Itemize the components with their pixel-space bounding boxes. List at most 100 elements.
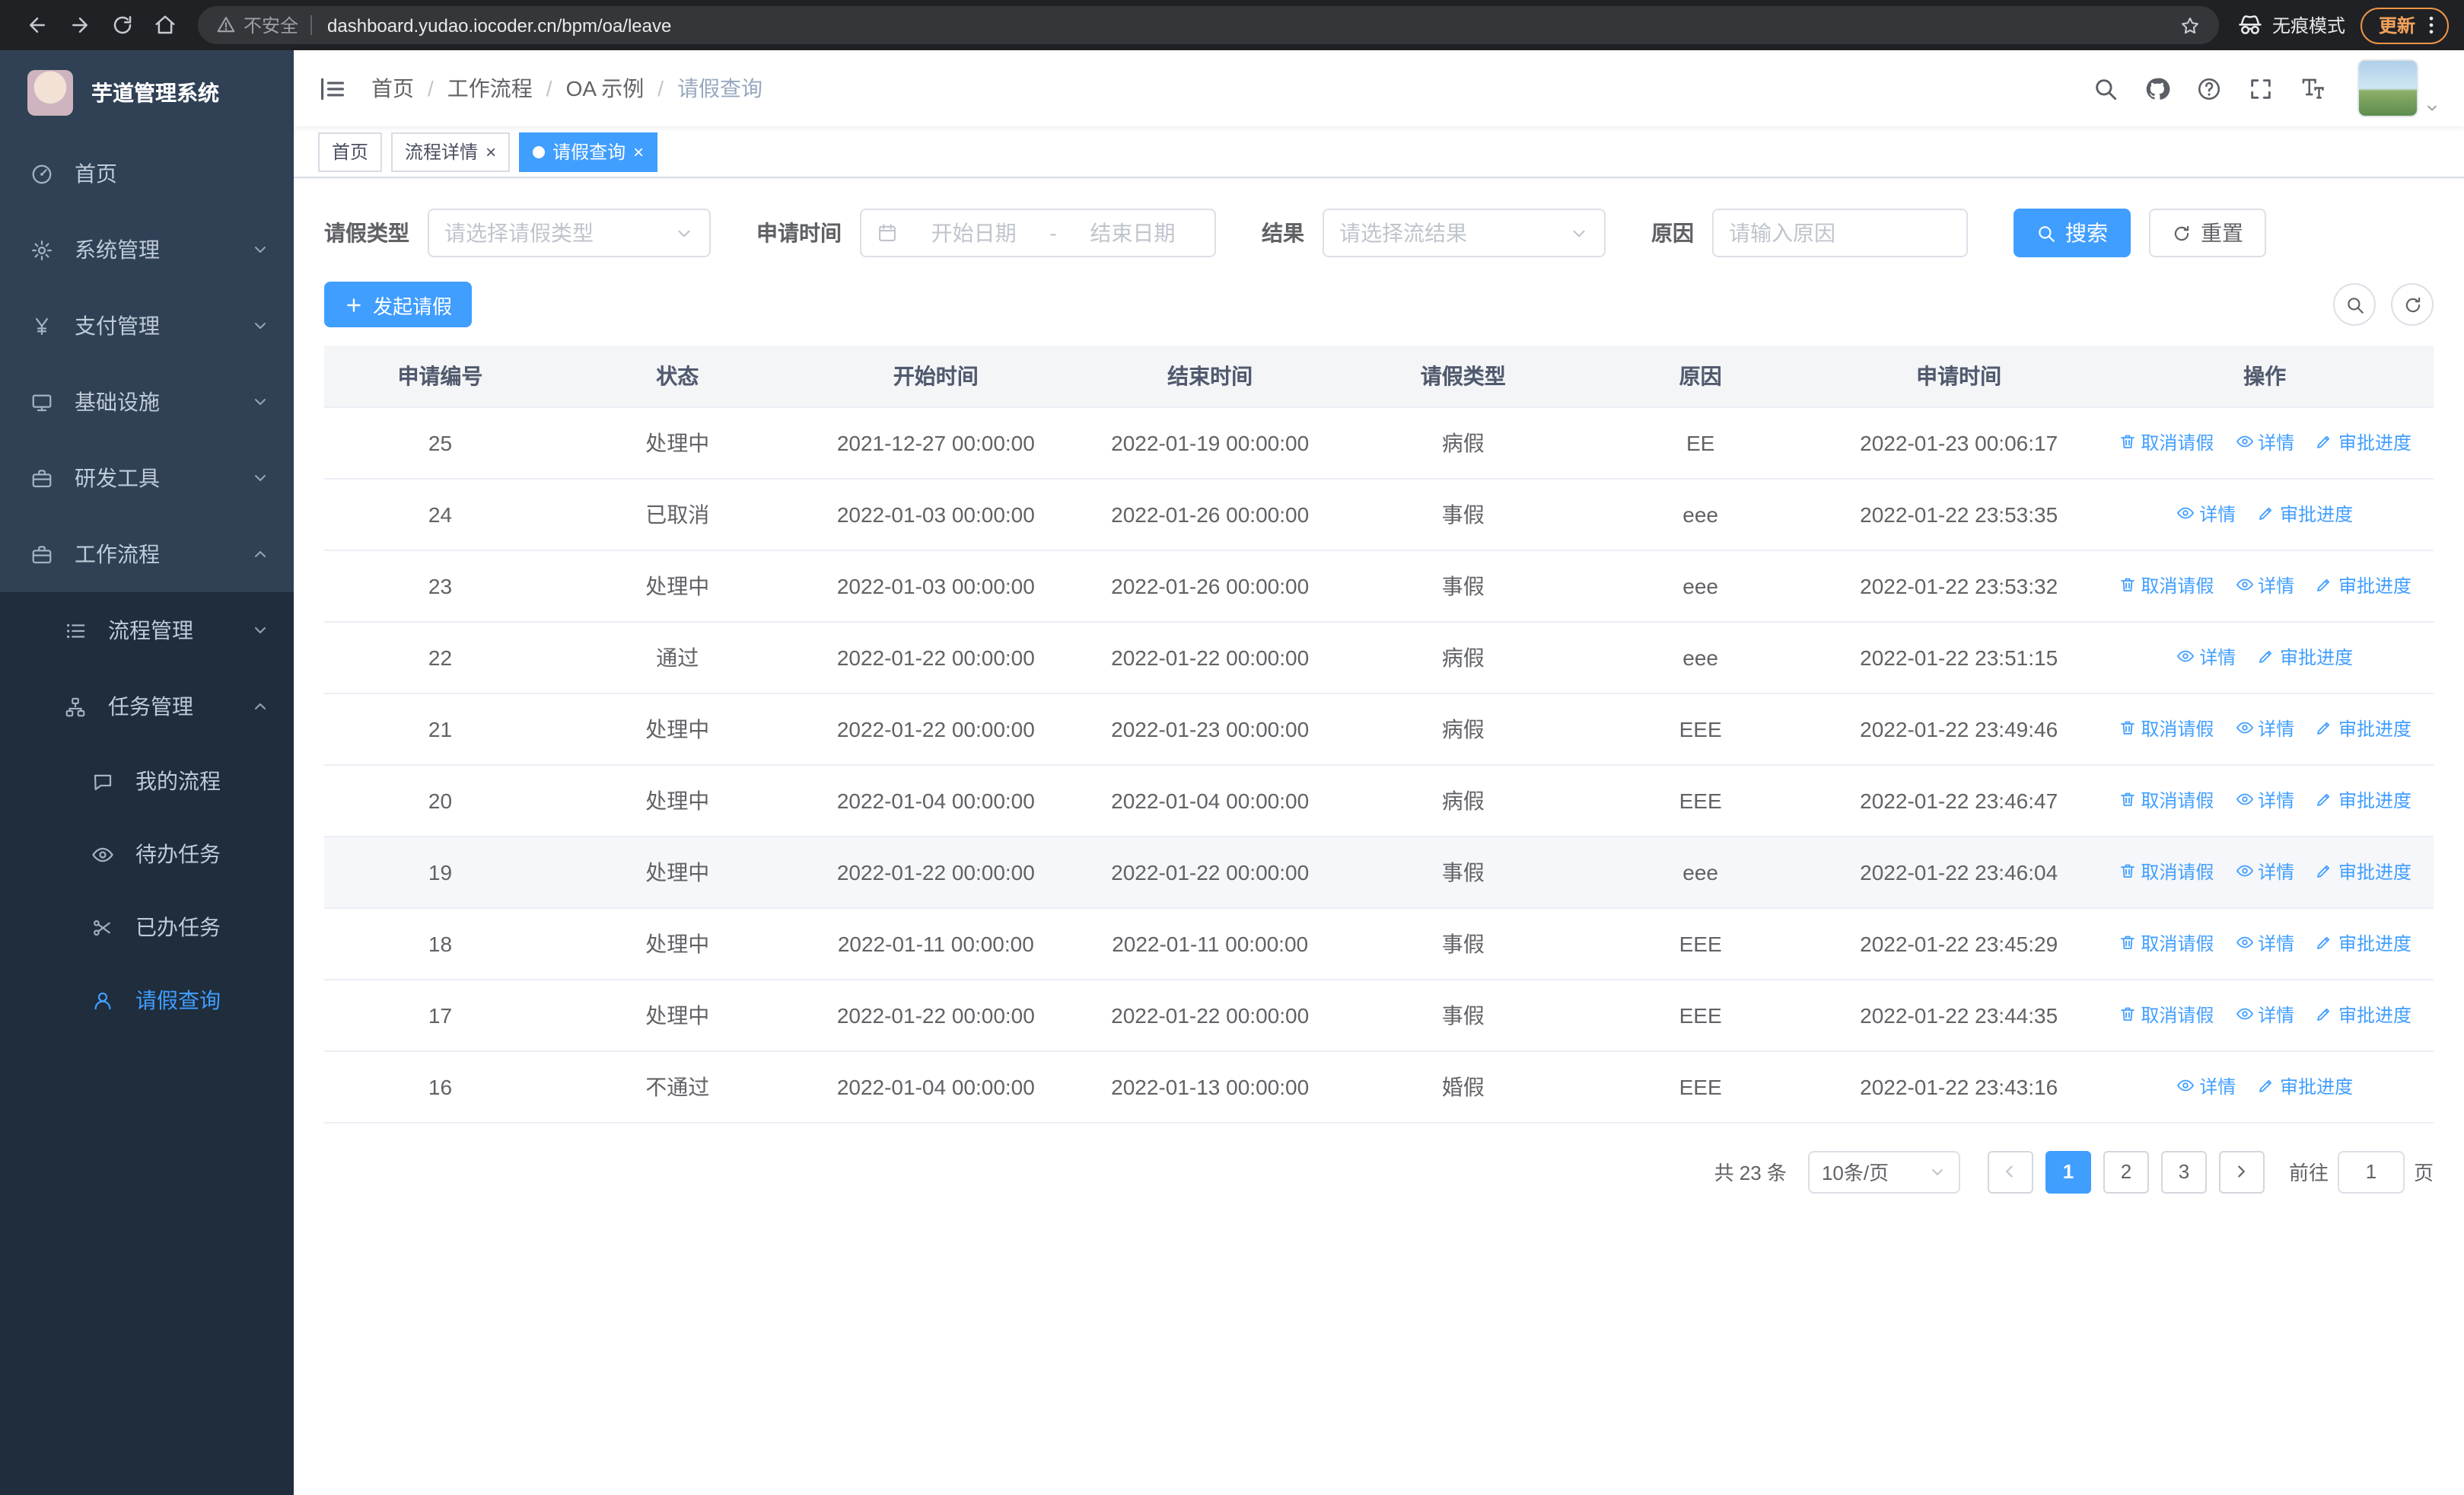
sidebar-item-infrastructure[interactable]: 基础设施 (0, 364, 294, 440)
address-bar[interactable]: 不安全 dashboard.yudao.iocoder.cn/bpm/oa/le… (198, 6, 2219, 44)
cancel-leave-link[interactable]: 取消请假 (2118, 787, 2214, 813)
font-size-icon[interactable] (2300, 75, 2326, 101)
browser-home-button[interactable] (143, 5, 186, 45)
cell-reason: eee (1579, 836, 1822, 908)
sidebar-item-leave-query[interactable]: 请假查询 (0, 964, 294, 1037)
sidebar-item-task-management[interactable]: 任务管理 (0, 668, 294, 744)
incognito-icon (2237, 12, 2263, 38)
help-icon[interactable] (2196, 75, 2222, 101)
cancel-leave-link[interactable]: 取消请假 (2118, 930, 2214, 956)
cancel-leave-link[interactable]: 取消请假 (2118, 859, 2214, 885)
cell-reason: EE (1579, 406, 1822, 479)
page-button-1[interactable]: 1 (2045, 1150, 2091, 1193)
security-warning-icon[interactable] (216, 15, 236, 35)
browser-back-button[interactable] (15, 5, 58, 45)
github-icon[interactable] (2144, 75, 2170, 101)
sidebar-item-process-management[interactable]: 流程管理 (0, 592, 294, 668)
briefcase-icon (30, 543, 53, 566)
edit-icon (2316, 719, 2334, 738)
hamburger-icon[interactable] (318, 74, 347, 103)
cancel-leave-link[interactable]: 取消请假 (2118, 429, 2214, 455)
progress-link[interactable]: 审批进度 (2257, 644, 2353, 670)
search-button[interactable]: 搜索 (2014, 209, 2131, 257)
eye-icon (2235, 791, 2253, 809)
cancel-leave-link[interactable]: 取消请假 (2118, 1002, 2214, 1028)
prev-page-button[interactable] (1987, 1150, 2033, 1193)
browser-update-menu[interactable]: 更新 (2360, 7, 2449, 43)
progress-link[interactable]: 审批进度 (2257, 1073, 2353, 1099)
progress-link[interactable]: 审批进度 (2316, 716, 2411, 741)
avatar[interactable] (2357, 59, 2418, 117)
detail-link[interactable]: 详情 (2235, 859, 2294, 885)
chevron-down-icon (674, 223, 694, 243)
result-select[interactable]: 请选择流结果 (1323, 209, 1606, 257)
eye-icon (2235, 719, 2253, 738)
detail-link[interactable]: 详情 (2235, 572, 2294, 598)
close-icon[interactable]: × (633, 142, 644, 161)
select-placeholder: 请选择流结果 (1339, 221, 1467, 245)
detail-link[interactable]: 详情 (2235, 787, 2294, 813)
detail-link[interactable]: 详情 (2235, 429, 2294, 455)
progress-link[interactable]: 审批进度 (2316, 859, 2411, 885)
bookmark-star-icon[interactable] (2179, 14, 2201, 36)
table-row: 25 处理中 2021-12-27 00:00:00 2022-01-19 00… (324, 406, 2434, 479)
create-leave-button[interactable]: 发起请假 (324, 282, 473, 327)
sidebar-item-label: 首页 (75, 161, 117, 186)
progress-link[interactable]: 审批进度 (2257, 501, 2353, 527)
tab-home[interactable]: 首页 (318, 132, 383, 171)
table-row: 21 处理中 2022-01-22 00:00:00 2022-01-23 00… (324, 693, 2434, 765)
goto-page-input[interactable] (2337, 1150, 2405, 1193)
search-icon[interactable] (2093, 75, 2119, 101)
progress-link[interactable]: 审批进度 (2316, 572, 2411, 598)
browser-reload-button[interactable] (100, 5, 143, 45)
close-icon[interactable]: × (485, 142, 496, 161)
sidebar-item-my-processes[interactable]: 我的流程 (0, 744, 294, 818)
sidebar-item-done-tasks[interactable]: 已办任务 (0, 891, 294, 964)
sidebar-item-label: 基础设施 (75, 390, 160, 414)
cancel-leave-link[interactable]: 取消请假 (2118, 716, 2214, 741)
detail-link[interactable]: 详情 (2235, 1002, 2294, 1028)
progress-link[interactable]: 审批进度 (2316, 429, 2411, 455)
toggle-search-button[interactable] (2333, 283, 2376, 326)
detail-link[interactable]: 详情 (2235, 930, 2294, 956)
sidebar-item-todo-tasks[interactable]: 待办任务 (0, 818, 294, 891)
detail-link[interactable]: 详情 (2176, 501, 2236, 527)
browser-forward-button[interactable] (58, 5, 100, 45)
tab-process-detail[interactable]: 流程详情 × (391, 132, 511, 171)
page-button-3[interactable]: 3 (2160, 1150, 2207, 1193)
leave-type-select[interactable]: 请选择请假类型 (428, 209, 711, 257)
chevron-right-icon (2232, 1162, 2252, 1181)
sidebar-item-payment[interactable]: 支付管理 (0, 288, 294, 364)
sidebar-item-system[interactable]: 系统管理 (0, 212, 294, 288)
progress-link[interactable]: 审批进度 (2316, 787, 2411, 813)
table-toolbar: 发起请假 (324, 282, 2434, 327)
breadcrumb-oa-example[interactable]: OA 示例 (566, 73, 645, 104)
progress-link[interactable]: 审批进度 (2316, 1002, 2411, 1028)
detail-link[interactable]: 详情 (2235, 716, 2294, 741)
trash-icon (2118, 862, 2136, 881)
breadcrumb-home[interactable]: 首页 (371, 73, 414, 104)
fullscreen-icon[interactable] (2248, 75, 2274, 101)
sidebar-item-home[interactable]: 首页 (0, 135, 294, 212)
progress-link[interactable]: 审批进度 (2316, 930, 2411, 956)
page-button-2[interactable]: 2 (2103, 1150, 2149, 1193)
cancel-leave-link[interactable]: 取消请假 (2118, 572, 2214, 598)
sidebar-item-devtools[interactable]: 研发工具 (0, 440, 294, 516)
next-page-button[interactable] (2218, 1150, 2265, 1193)
cell-end: 2022-01-26 00:00:00 (1073, 478, 1348, 550)
page-size-select[interactable]: 10条/页 (1807, 1150, 1960, 1193)
browser-menu-icon[interactable] (2420, 14, 2443, 37)
reset-button[interactable]: 重置 (2149, 209, 2266, 257)
trash-icon (2118, 1006, 2136, 1024)
user-menu[interactable] (2357, 59, 2440, 117)
breadcrumb-workflow[interactable]: 工作流程 (447, 73, 533, 104)
detail-link[interactable]: 详情 (2176, 1073, 2236, 1099)
detail-link[interactable]: 详情 (2176, 644, 2236, 670)
tab-leave-query[interactable]: 请假查询 × (519, 132, 658, 171)
cell-type: 病假 (1347, 406, 1580, 479)
sidebar-item-workflow[interactable]: 工作流程 (0, 516, 294, 592)
refresh-table-button[interactable] (2391, 283, 2434, 326)
date-range-picker[interactable]: 开始日期 - 结束日期 (860, 209, 1216, 257)
row-actions: 详情 审批进度 (2096, 478, 2434, 550)
reason-input[interactable] (1729, 221, 1951, 245)
